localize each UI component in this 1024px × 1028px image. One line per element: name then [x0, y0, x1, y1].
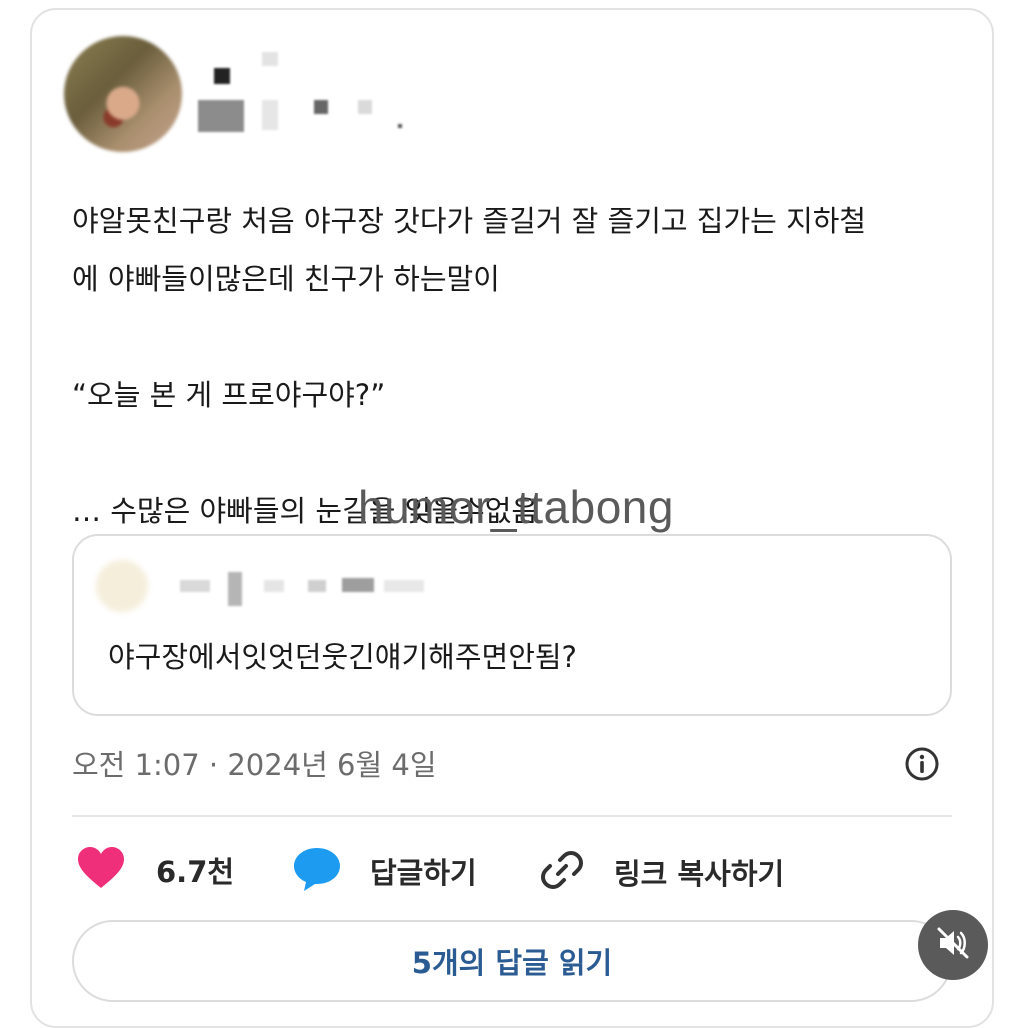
mute-toggle-button[interactable] — [918, 910, 988, 980]
read-replies-button[interactable]: 5개의 답글 읽기 — [72, 920, 952, 1002]
reply-bubble-icon — [292, 846, 342, 896]
speaker-muted-icon — [934, 924, 972, 966]
heart-icon — [76, 846, 126, 894]
reply-button[interactable]: 답글하기 — [292, 846, 477, 896]
reply-label: 답글하기 — [370, 856, 477, 890]
quoted-post-text: 야구장에서잇엇던웃긴얘기해주면안됨? — [108, 640, 577, 674]
watermark: humor_ttabong — [358, 481, 674, 533]
like-count: 6.7천 — [156, 855, 235, 889]
info-icon[interactable] — [904, 746, 940, 786]
author-avatar[interactable] — [64, 36, 182, 152]
link-icon — [538, 846, 586, 898]
like-button[interactable]: 6.7천 — [76, 846, 234, 894]
quoted-post[interactable]: 야구장에서잇엇던웃긴얘기해주면안됨? — [72, 534, 952, 716]
divider — [72, 815, 952, 817]
post-timestamp: 오전 1:07 · 2024년 6월 4일 — [72, 748, 437, 782]
quoted-author-avatar — [96, 560, 148, 612]
copy-link-label: 링크 복사하기 — [614, 857, 785, 891]
copy-link-button[interactable]: 링크 복사하기 — [538, 846, 784, 898]
read-replies-label: 5개의 답글 읽기 — [411, 946, 613, 980]
